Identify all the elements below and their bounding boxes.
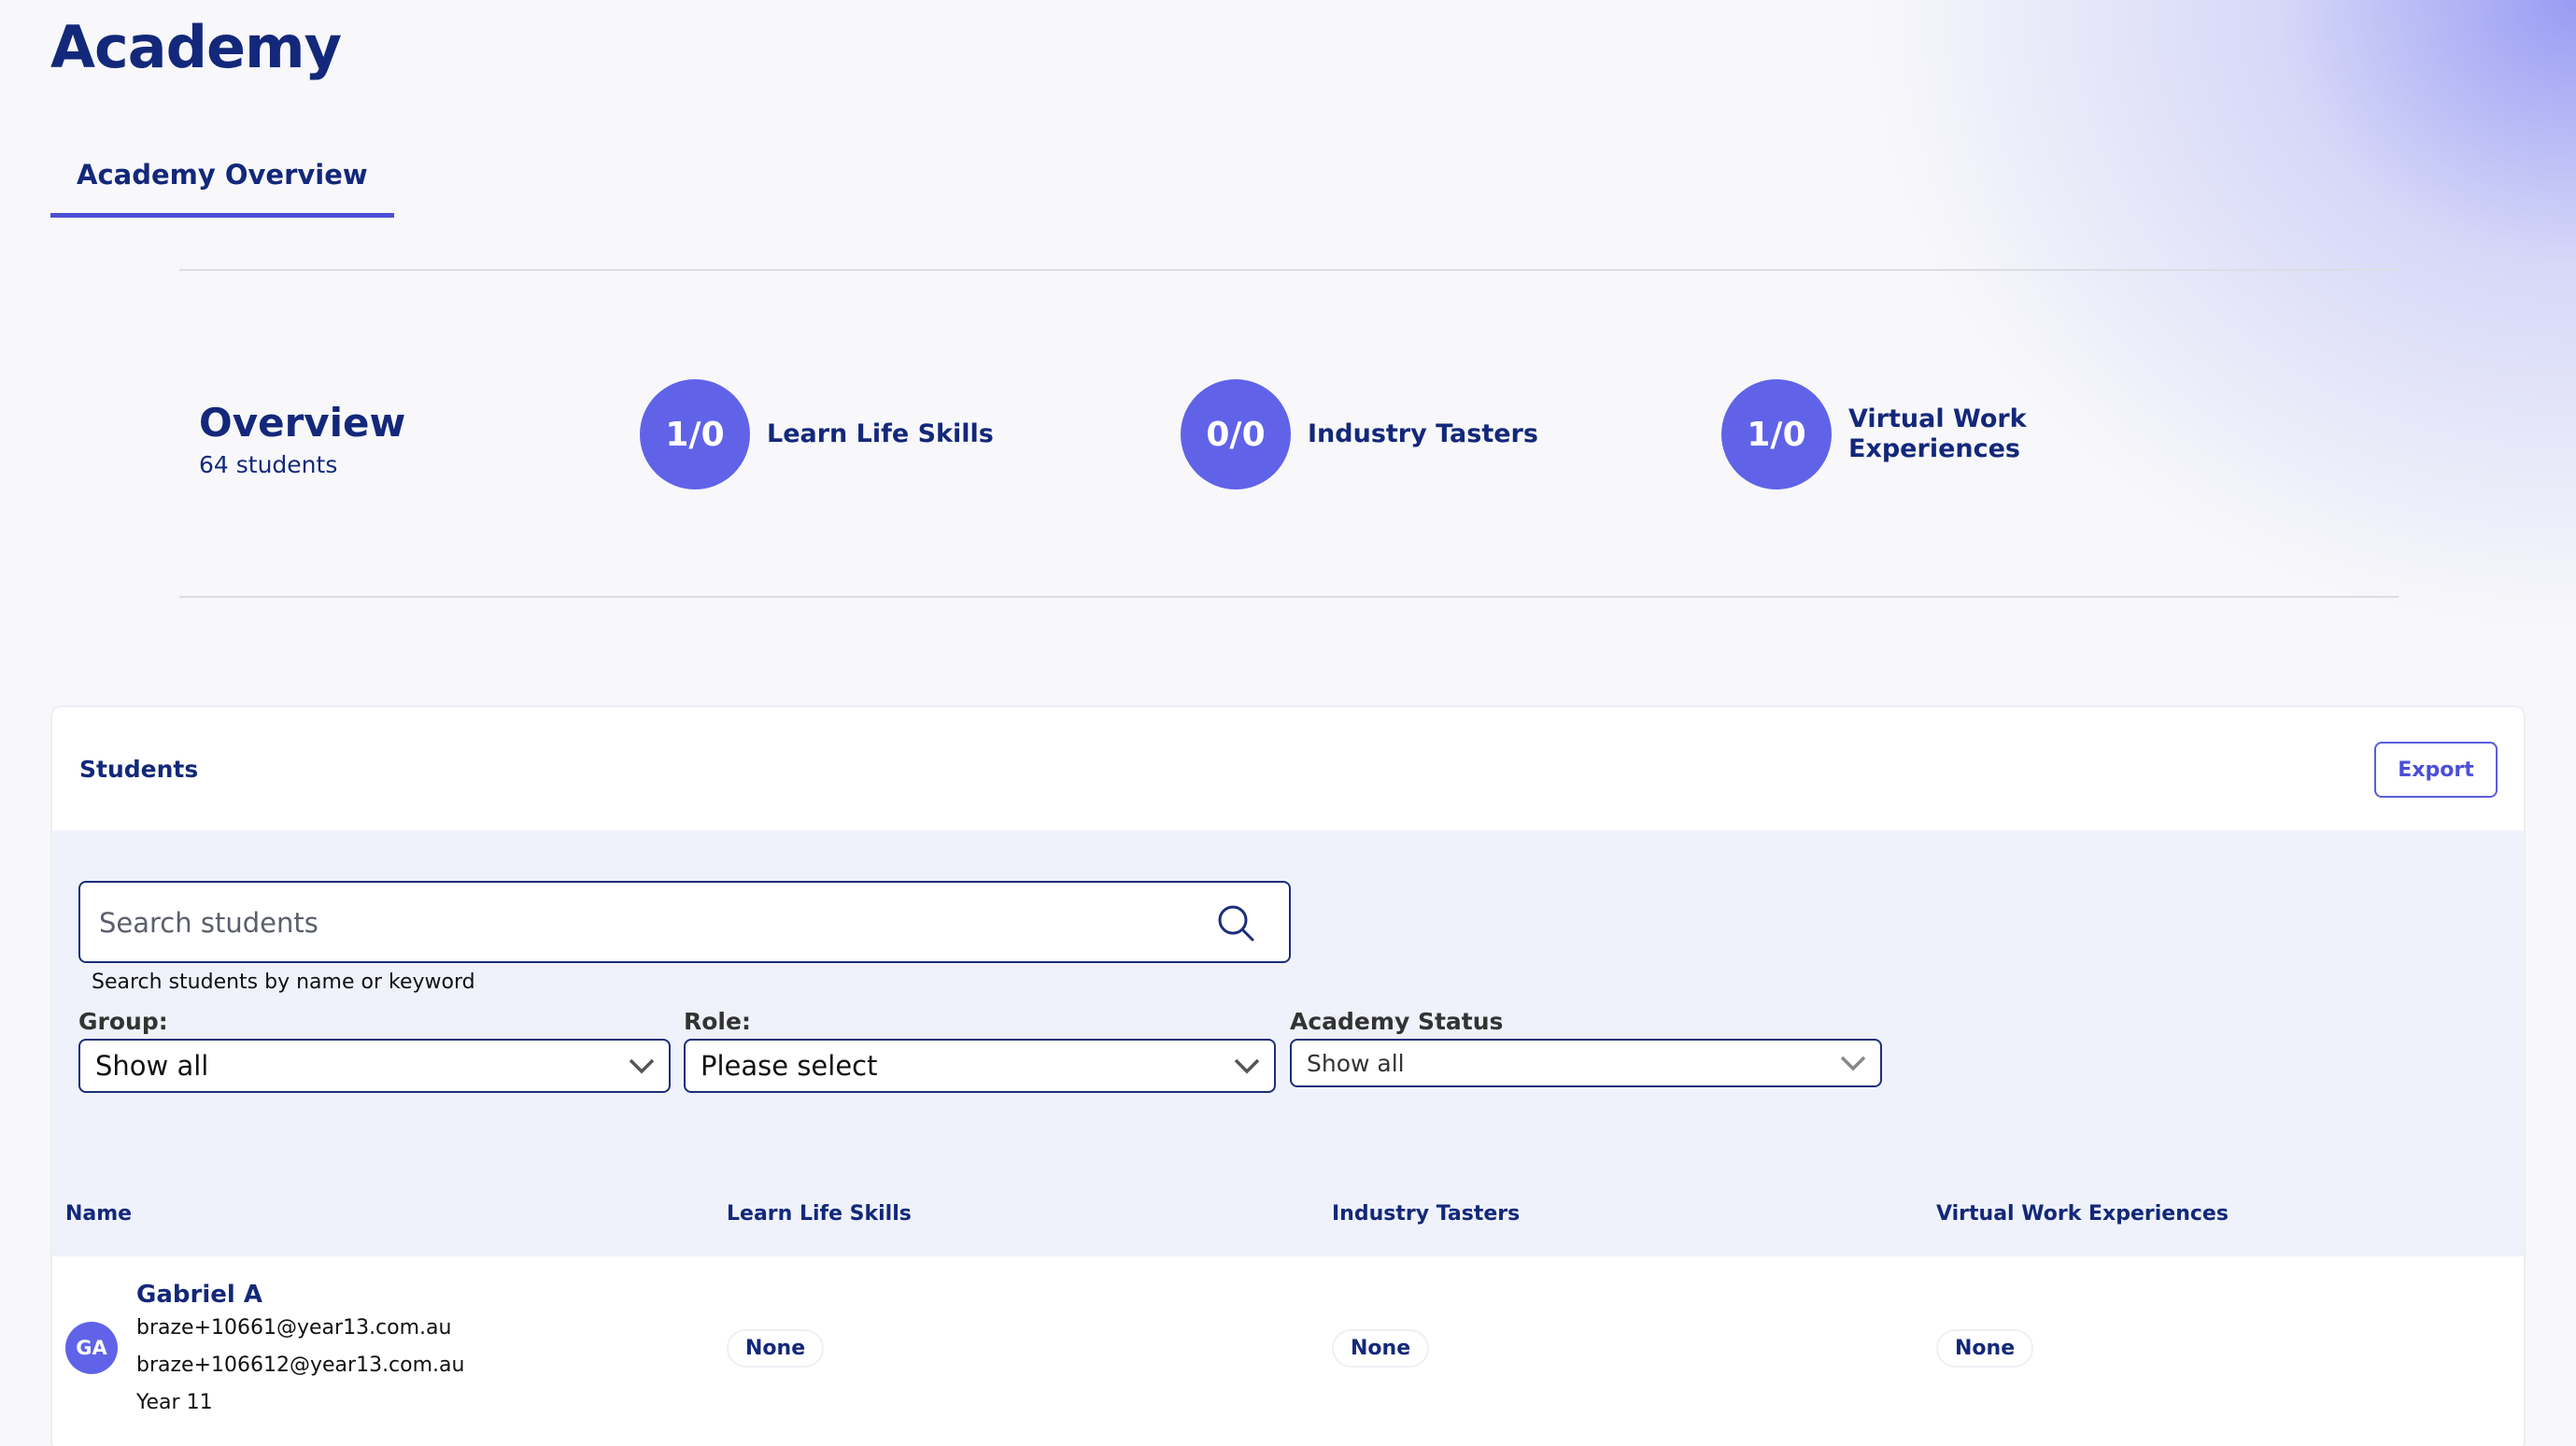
chevron-down-icon — [629, 1058, 655, 1074]
stat-label-line1: Virtual Work — [1848, 404, 2027, 433]
divider — [179, 269, 2399, 271]
student-year: Year 11 — [136, 1391, 213, 1414]
overview-title: Overview — [199, 400, 406, 446]
role-filter-label: Role: — [684, 1008, 751, 1035]
overview-student-count: 64 students — [199, 451, 338, 478]
status-badge-virtual-work-experiences: None — [1936, 1329, 2034, 1368]
chevron-down-icon — [1840, 1056, 1866, 1071]
students-card-header: Students Export — [52, 707, 2524, 830]
stat-learn-life-skills: 1/0 Learn Life Skills — [640, 379, 994, 489]
divider — [179, 596, 2399, 598]
search-icon[interactable] — [1214, 901, 1257, 944]
role-filter: Role: Please select — [684, 1008, 1276, 1093]
academy-status-select[interactable]: Show all — [1290, 1039, 1882, 1087]
table-row[interactable]: GA Gabriel A braze+10661@year13.com.au b… — [52, 1256, 2524, 1443]
page-title: Academy — [50, 13, 342, 81]
search-input[interactable] — [99, 901, 1201, 944]
avatar: GA — [65, 1322, 118, 1374]
student-email: braze+10661@year13.com.au — [136, 1316, 452, 1340]
stat-value: 1/0 — [1721, 379, 1832, 489]
stat-virtual-work-experiences: 1/0 Virtual Work Experiences — [1721, 379, 2027, 489]
group-select[interactable]: Show all — [78, 1039, 671, 1093]
stat-value: 0/0 — [1181, 379, 1291, 489]
group-select-value: Show all — [95, 1050, 209, 1082]
group-filter: Group: Show all — [78, 1008, 671, 1093]
status-badge-industry-tasters: None — [1332, 1329, 1430, 1368]
stat-label-line2: Experiences — [1848, 434, 2020, 463]
search-box[interactable] — [78, 881, 1291, 963]
overview-summary: Overview 64 students — [199, 400, 405, 478]
column-header-industry-tasters[interactable]: Industry Tasters — [1332, 1202, 1520, 1226]
academy-status-filter-label: Academy Status — [1290, 1008, 1504, 1035]
status-badge-learn-life-skills: None — [727, 1329, 825, 1368]
role-select-value: Please select — [701, 1050, 878, 1082]
student-email: braze+106612@year13.com.au — [136, 1354, 465, 1377]
academy-status-filter: Academy Status Show all — [1290, 1008, 1882, 1087]
export-button[interactable]: Export — [2374, 742, 2498, 798]
chevron-down-icon — [1234, 1058, 1260, 1074]
stat-label: Learn Life Skills — [767, 419, 994, 448]
group-filter-label: Group: — [78, 1008, 168, 1035]
role-select[interactable]: Please select — [684, 1039, 1276, 1093]
student-name[interactable]: Gabriel A — [136, 1281, 262, 1309]
table-header: Name Learn Life Skills Industry Tasters … — [52, 1174, 2524, 1256]
search-help-text: Search students by name or keyword — [92, 971, 475, 994]
stat-industry-tasters: 0/0 Industry Tasters — [1181, 379, 1538, 489]
stat-value: 1/0 — [640, 379, 750, 489]
column-header-virtual-work-experiences[interactable]: Virtual Work Experiences — [1936, 1202, 2229, 1226]
tab-bar: Academy Overview — [50, 140, 394, 218]
students-title: Students — [79, 756, 199, 783]
students-card: Students Export Search students by name … — [50, 705, 2526, 1446]
column-header-name[interactable]: Name — [65, 1202, 132, 1226]
background-gradient — [1735, 0, 2576, 747]
stat-label: Virtual Work Experiences — [1848, 404, 2027, 464]
column-header-learn-life-skills[interactable]: Learn Life Skills — [727, 1202, 912, 1226]
academy-status-select-value: Show all — [1307, 1049, 1405, 1077]
tab-academy-overview[interactable]: Academy Overview — [50, 140, 394, 218]
stat-label: Industry Tasters — [1308, 419, 1538, 448]
